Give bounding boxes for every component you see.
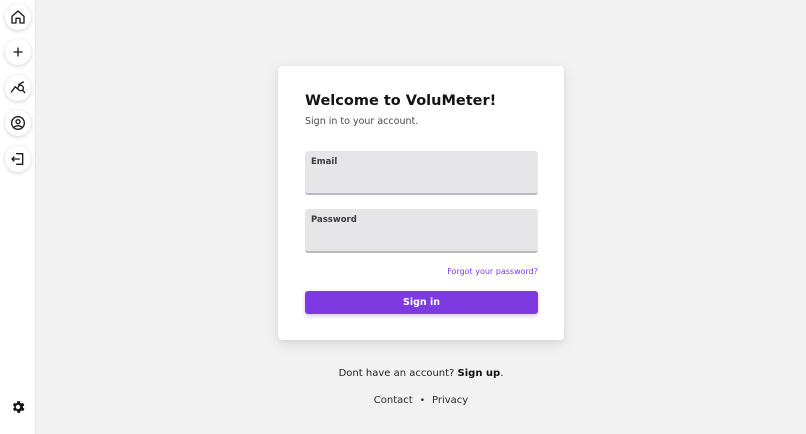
password-input[interactable]	[311, 229, 532, 247]
plus-icon	[13, 47, 23, 57]
user-circle-icon	[11, 116, 25, 130]
nav-analytics-button[interactable]	[5, 75, 31, 101]
home-icon	[11, 10, 25, 24]
sign-up-link[interactable]: Sign up	[458, 368, 501, 379]
password-label: Password	[311, 215, 357, 225]
nav-account-button[interactable]	[5, 110, 31, 136]
forgot-password-link[interactable]: Forgot your password?	[447, 267, 538, 276]
signup-suffix: .	[500, 368, 504, 379]
gear-icon	[12, 401, 25, 413]
login-card: Welcome to VoluMeter! Sign in to your ac…	[278, 66, 564, 340]
login-title: Welcome to VoluMeter!	[305, 93, 497, 109]
settings-button[interactable]	[5, 394, 31, 420]
nav-add-button[interactable]	[5, 39, 31, 65]
password-field[interactable]: Password	[305, 209, 538, 253]
footer-links: Contact • Privacy	[278, 395, 564, 406]
sign-in-button[interactable]: Sign in	[305, 291, 538, 314]
main-area: Welcome to VoluMeter! Sign in to your ac…	[36, 0, 806, 434]
email-label: Email	[311, 157, 338, 167]
signup-prompt: Dont have an account? Sign up.	[278, 368, 564, 379]
contact-link[interactable]: Contact	[374, 395, 413, 406]
signup-prompt-text: Dont have an account?	[338, 368, 458, 379]
login-subtitle: Sign in to your account.	[305, 116, 419, 127]
nav-home-button[interactable]	[5, 4, 31, 30]
analytics-icon	[10, 81, 26, 94]
nav-login-button[interactable]	[5, 146, 31, 172]
footer-separator: •	[419, 396, 425, 406]
logout-icon	[11, 153, 24, 165]
sidebar	[0, 0, 36, 434]
privacy-link[interactable]: Privacy	[432, 395, 468, 406]
email-input[interactable]	[311, 171, 532, 189]
email-field[interactable]: Email	[305, 151, 538, 195]
